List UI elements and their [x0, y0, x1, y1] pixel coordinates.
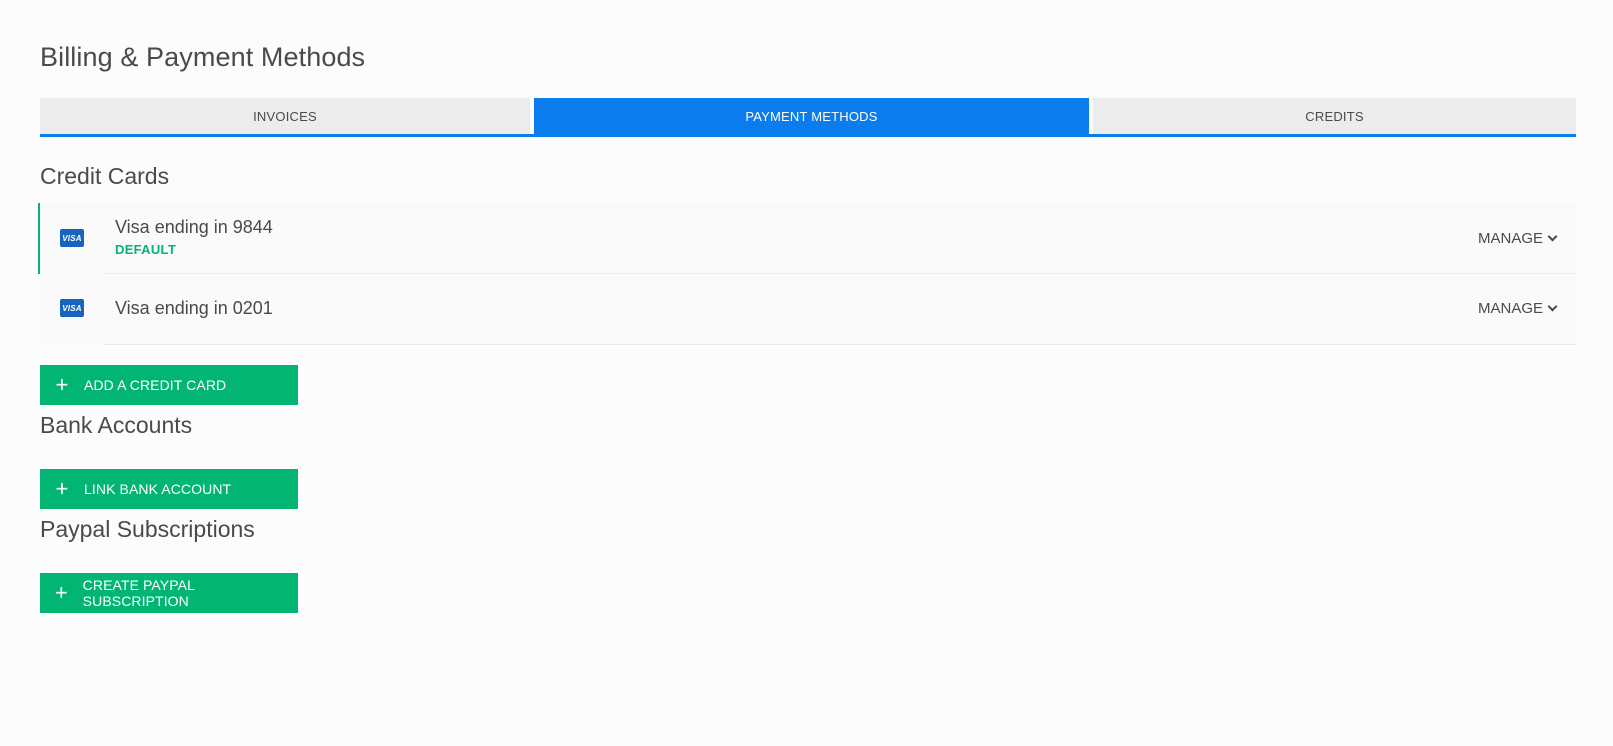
create-paypal-subscription-label: CREATE PAYPAL SUBSCRIPTION	[82, 577, 195, 609]
tab-credits[interactable]: CREDITS	[1093, 98, 1576, 134]
default-indicator-bar	[38, 203, 40, 274]
manage-label: MANAGE	[1477, 230, 1543, 247]
manage-card-dropdown[interactable]: MANAGE	[1477, 300, 1558, 317]
default-badge: DEFAULT	[115, 242, 177, 257]
visa-card-icon: VISA	[60, 229, 84, 247]
credit-card-row: VISA Visa ending in 0201 MANAGE	[40, 274, 1576, 345]
chevron-down-icon	[1547, 231, 1558, 242]
paypal-subscriptions-heading: Paypal Subscriptions	[40, 516, 255, 542]
plus-icon: +	[54, 580, 68, 605]
page-title: Billing & Payment Methods	[40, 42, 366, 72]
visa-card-brand: VISA	[62, 233, 82, 243]
credit-card-row: VISA Visa ending in 9844 DEFAULT MANAGE	[38, 203, 1576, 274]
tab-payment-methods[interactable]: PAYMENT METHODS	[534, 98, 1089, 134]
row-divider	[104, 344, 1576, 345]
plus-icon: +	[55, 372, 69, 397]
visa-card-brand: VISA	[62, 303, 82, 313]
tab-invoices[interactable]: INVOICES	[40, 98, 530, 134]
chevron-down-icon	[1547, 301, 1558, 312]
billing-tabs: INVOICES PAYMENT METHODS CREDITS	[40, 98, 1576, 137]
plus-icon: +	[55, 476, 69, 501]
create-paypal-subscription-button[interactable]: + CREATE PAYPAL SUBSCRIPTION	[40, 573, 298, 613]
add-credit-card-label: ADD A CREDIT CARD	[84, 377, 227, 393]
bank-accounts-heading: Bank Accounts	[40, 412, 193, 438]
credit-cards-heading: Credit Cards	[40, 163, 170, 189]
link-bank-account-label: LINK BANK ACCOUNT	[84, 481, 232, 497]
billing-page: Billing & Payment Methods INVOICES PAYME…	[0, 0, 1613, 746]
add-credit-card-button[interactable]: + ADD A CREDIT CARD	[40, 365, 298, 405]
card-label: Visa ending in 9844	[115, 217, 273, 237]
card-label: Visa ending in 0201	[115, 298, 273, 318]
link-bank-account-button[interactable]: + LINK BANK ACCOUNT	[40, 469, 298, 509]
manage-card-dropdown[interactable]: MANAGE	[1477, 230, 1558, 247]
manage-label: MANAGE	[1477, 300, 1543, 317]
visa-card-icon: VISA	[60, 299, 84, 317]
